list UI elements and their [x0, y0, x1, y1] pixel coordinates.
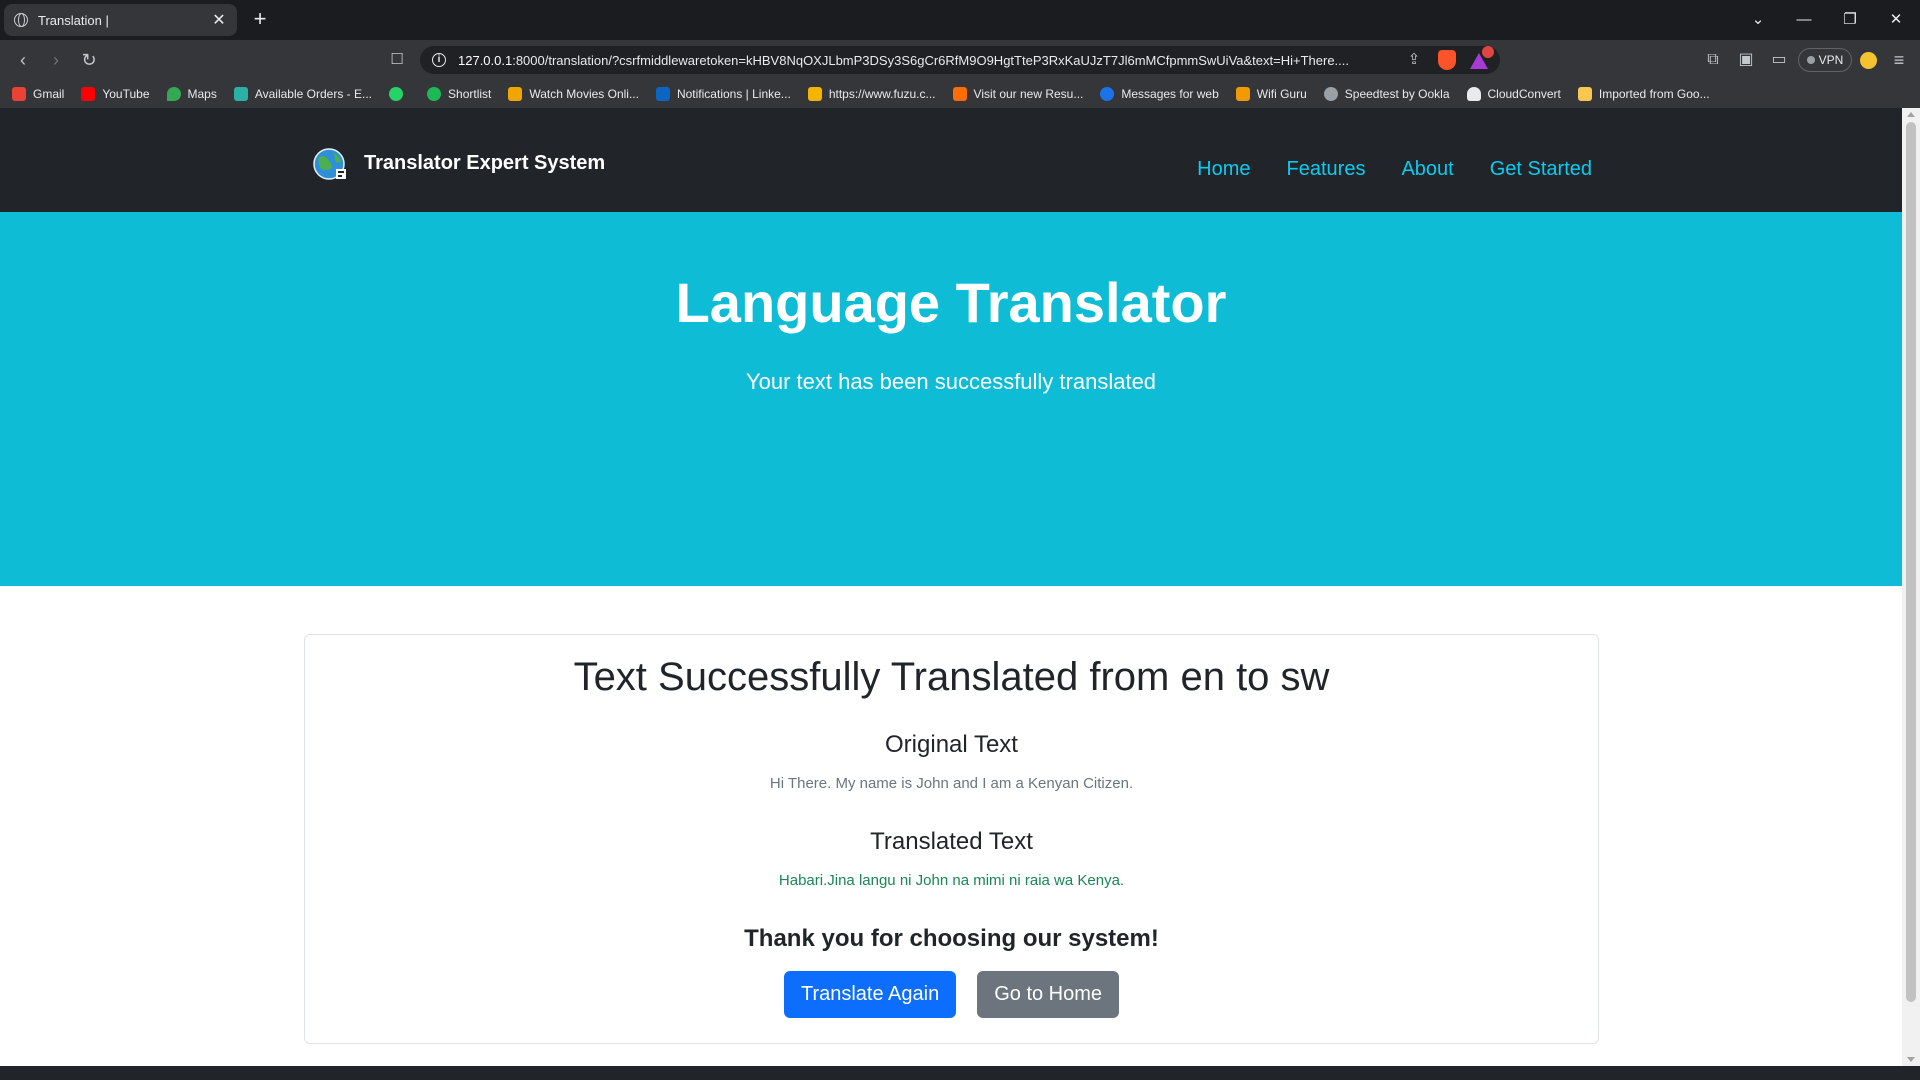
bookmark-fuzu[interactable]: https://www.fuzu.c...: [807, 87, 936, 101]
close-window-button[interactable]: ✕: [1878, 6, 1914, 34]
bookmark-cloudconvert[interactable]: CloudConvert: [1466, 87, 1561, 101]
wallet-icon[interactable]: ▭: [1766, 47, 1792, 73]
bookmarks-bar: Gmail YouTube Maps Available Orders - E.…: [0, 80, 1920, 108]
fuzu-icon: [807, 87, 822, 101]
original-text-heading: Original Text: [885, 731, 1018, 758]
orders-icon: [233, 87, 248, 101]
rewards-badge: [1482, 46, 1494, 58]
hero-title: Language Translator: [675, 271, 1227, 334]
close-tab-icon[interactable]: ✕: [211, 10, 227, 30]
result-heading: Text Successfully Translated from en to …: [573, 655, 1330, 699]
browser-toolbar: ‹ › ↻ ☐ i 127.0.0.1:8000/translation/?cs…: [0, 40, 1920, 80]
nav-link-features[interactable]: Features: [1287, 158, 1366, 181]
go-to-home-button[interactable]: Go to Home: [977, 971, 1120, 1018]
brave-rewards-icon[interactable]: [1470, 46, 1494, 69]
share-icon[interactable]: ⇪: [1404, 47, 1424, 73]
extensions-icon[interactable]: ⧉: [1700, 47, 1726, 73]
bookmark-youtube[interactable]: YouTube: [81, 87, 150, 101]
shortlist-icon: [427, 87, 442, 101]
bookmark-icon[interactable]: ☐: [384, 47, 410, 73]
thank-you-message: Thank you for choosing our system!: [744, 925, 1159, 952]
globe-icon: [14, 13, 28, 27]
bookmark-gmail[interactable]: Gmail: [12, 87, 64, 101]
resume-icon: [952, 87, 967, 101]
bookmark-linkedin[interactable]: Notifications | Linke...: [655, 87, 791, 101]
folder-icon: [1577, 87, 1592, 101]
original-text: Hi There. My name is John and I am a Ken…: [769, 775, 1134, 792]
vpn-button[interactable]: VPN: [1798, 48, 1852, 72]
back-icon[interactable]: ‹: [10, 47, 36, 73]
page-footer-edge: [0, 1066, 1920, 1080]
translated-text: Habari.Jina langu ni John na mimi ni rai…: [778, 872, 1125, 889]
bookmark-available-orders[interactable]: Available Orders - E...: [233, 87, 372, 101]
scroll-down-icon[interactable]: [1907, 1057, 1915, 1062]
crypto-wallet-icon[interactable]: [1860, 52, 1877, 69]
forward-icon[interactable]: ›: [43, 47, 69, 73]
cloudconvert-icon: [1466, 87, 1481, 101]
site-info-icon[interactable]: i: [432, 53, 446, 67]
translated-text-heading: Translated Text: [870, 828, 1033, 855]
address-bar[interactable]: i 127.0.0.1:8000/translation/?csrfmiddle…: [420, 46, 1500, 74]
brave-shields-icon[interactable]: [1438, 50, 1456, 70]
bookmark-messages[interactable]: Messages for web: [1100, 87, 1219, 101]
bookmark-maps[interactable]: Maps: [166, 87, 217, 101]
bookmark-resume[interactable]: Visit our new Resu...: [952, 87, 1083, 101]
gmail-icon: [12, 87, 26, 101]
scroll-up-icon[interactable]: [1907, 112, 1915, 117]
bookmark-watch-movies[interactable]: Watch Movies Onli...: [508, 87, 639, 101]
scrollbar-thumb[interactable]: [1906, 122, 1916, 1002]
nav-link-get-started[interactable]: Get Started: [1490, 158, 1592, 181]
speedtest-icon: [1323, 87, 1338, 101]
wifi-guru-icon: [1235, 87, 1250, 101]
menu-icon[interactable]: ≡: [1886, 47, 1912, 73]
brand-name: Translator Expert System: [364, 151, 606, 174]
reload-icon[interactable]: ↻: [76, 47, 102, 73]
page-viewport: Translator Expert System Home Features A…: [0, 108, 1902, 1066]
messages-icon: [1100, 87, 1115, 101]
bookmark-folder-imported[interactable]: Imported from Goo...: [1577, 87, 1710, 101]
restore-button[interactable]: ❐: [1832, 6, 1868, 34]
bookmark-wifi-guru[interactable]: Wifi Guru: [1235, 87, 1307, 101]
tab-title: Translation |: [38, 12, 109, 28]
youtube-icon: [81, 87, 96, 101]
hd-icon: [508, 87, 523, 101]
site-navbar: Translator Expert System Home Features A…: [0, 108, 1902, 212]
whatsapp-icon: [389, 87, 404, 101]
globe-logo-icon: [313, 148, 346, 180]
brand-link[interactable]: Translator Expert System: [310, 144, 605, 182]
sidebar-icon[interactable]: ▣: [1733, 47, 1759, 73]
nav-link-home[interactable]: Home: [1197, 158, 1250, 181]
url-text[interactable]: 127.0.0.1:8000/translation/?csrfmiddlewa…: [458, 53, 1404, 68]
browser-tab[interactable]: Translation | ✕: [4, 4, 237, 36]
nav-links: Home Features About Get Started: [1197, 158, 1592, 181]
linkedin-icon: [655, 87, 670, 101]
tab-search-icon[interactable]: ⌄: [1740, 6, 1776, 34]
new-tab-button[interactable]: +: [250, 6, 270, 32]
translation-result-card: Text Successfully Translated from en to …: [304, 634, 1599, 1044]
nav-link-about[interactable]: About: [1401, 158, 1453, 181]
minimize-button[interactable]: —: [1786, 6, 1822, 34]
browser-tab-strip: Translation | ✕ + ⌄ — ❐ ✕: [0, 0, 1920, 40]
translate-again-button[interactable]: Translate Again: [783, 971, 957, 1018]
bookmark-speedtest[interactable]: Speedtest by Ookla: [1323, 87, 1450, 101]
maps-icon: [166, 87, 181, 101]
bookmark-whatsapp[interactable]: [389, 87, 410, 101]
bookmark-shortlist[interactable]: Shortlist: [427, 87, 491, 101]
page-scrollbar[interactable]: [1902, 108, 1920, 1066]
hero-banner: Language Translator Your text has been s…: [0, 212, 1902, 586]
action-buttons: Translate Again Go to Home: [305, 971, 1598, 1018]
vpn-status-icon: [1806, 56, 1815, 64]
hero-subtitle: Your text has been successfully translat…: [745, 369, 1157, 394]
